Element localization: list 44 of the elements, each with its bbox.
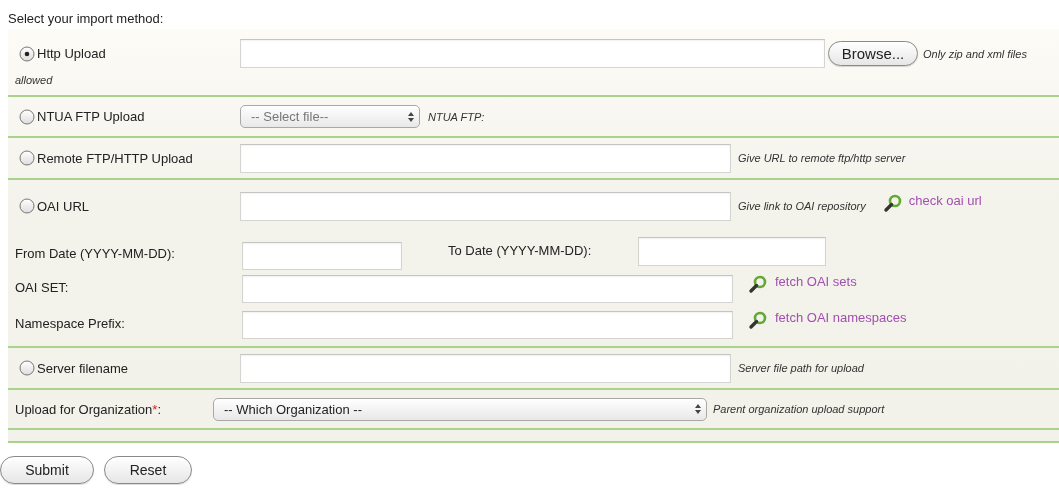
- field-hint: Server file path for upload: [738, 362, 864, 374]
- field-hint: Give URL to remote ftp/http server: [738, 152, 906, 164]
- organization-hint: Parent organization upload support: [713, 403, 885, 415]
- up-down-arrows-icon: [694, 403, 702, 415]
- search-icon: [748, 310, 768, 330]
- radio-button[interactable]: [19, 45, 35, 62]
- method-label: Server filename: [37, 360, 129, 376]
- input-field[interactable]: [240, 143, 731, 173]
- file-type-hint: allowed: [15, 74, 53, 86]
- file-dropdown[interactable]: -- Select file--: [240, 105, 420, 128]
- up-down-arrows-icon: [407, 110, 415, 123]
- file-path-field[interactable]: [240, 39, 825, 68]
- radio-button[interactable]: [19, 108, 35, 125]
- to-date-label: To Date (YYYY-MM-DD):: [448, 242, 593, 258]
- from-date-field[interactable]: [242, 242, 402, 270]
- search-icon: [882, 193, 903, 213]
- to-date-field[interactable]: [638, 236, 826, 266]
- browse-button[interactable]: Browse...: [828, 41, 918, 66]
- radio-button[interactable]: [19, 360, 35, 376]
- ftp-hint: NTUA FTP:: [428, 110, 485, 123]
- method-label: Http Upload: [37, 46, 106, 61]
- namespace-field[interactable]: [242, 311, 733, 339]
- radio-button[interactable]: [19, 198, 35, 214]
- file-type-hint: Only zip and xml files: [923, 47, 1027, 60]
- method-label: Remote FTP/HTTP Upload: [37, 150, 193, 166]
- namespace-label: Namespace Prefix:: [15, 315, 126, 331]
- oai-set-field[interactable]: [242, 275, 733, 303]
- form-heading: Select your import method:: [7, 10, 165, 28]
- method-label: NTUA FTP Upload: [37, 109, 145, 124]
- search-icon: [748, 274, 768, 294]
- method-label: OAI URL: [37, 198, 89, 214]
- check-url-link[interactable]: check oai url: [882, 193, 982, 213]
- oai-url-hint: Give link to OAI repository: [738, 200, 866, 212]
- organization-dropdown[interactable]: -- Which Organization --: [213, 397, 707, 421]
- oai-set-label: OAI SET:: [15, 279, 70, 295]
- reset-button[interactable]: Reset: [104, 456, 192, 484]
- fetch-namespaces-link[interactable]: fetch OAI namespaces: [748, 310, 907, 330]
- radio-button[interactable]: [19, 150, 35, 166]
- input-field[interactable]: [240, 353, 731, 383]
- oai-url-field[interactable]: [240, 191, 731, 221]
- submit-button[interactable]: Submit: [0, 456, 94, 484]
- organization-label: Upload for Organization*:: [15, 401, 162, 417]
- fetch-sets-link[interactable]: fetch OAI sets: [748, 274, 857, 294]
- from-date-label: From Date (YYYY-MM-DD):: [15, 245, 176, 261]
